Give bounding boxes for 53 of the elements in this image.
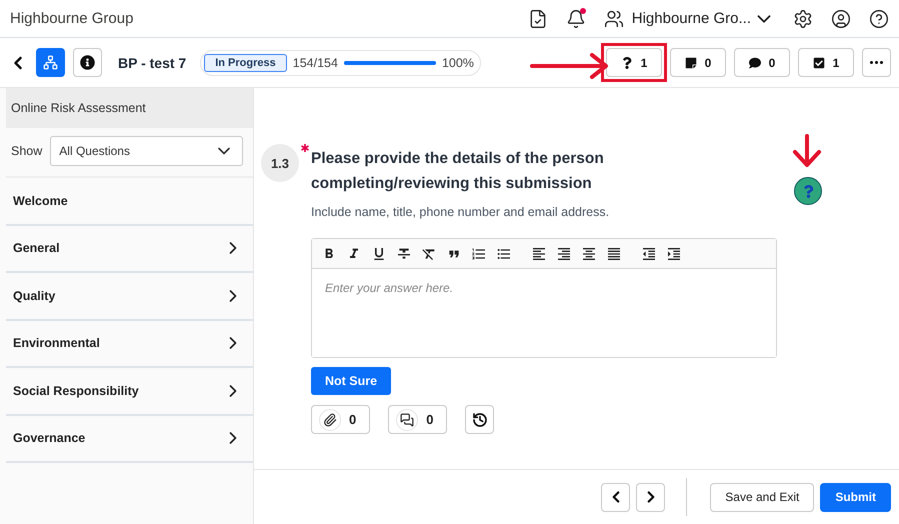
question-text: Please provide the details of the person completing/reviewing this submission [311,149,605,194]
help-counter-button[interactable]: 1 [606,48,662,77]
speech-bubbles-icon [396,408,418,430]
account-menu[interactable]: Highbourne Gro... [632,8,775,30]
next-button[interactable] [636,482,666,512]
more-button[interactable] [862,48,891,77]
sidebar-title: Online Risk Assessment [6,88,253,128]
settings-icon[interactable] [793,8,813,28]
attachments-button[interactable]: 0 [311,405,370,434]
status-badge: In Progress [204,54,287,72]
info-icon [80,55,95,70]
note-counter-button[interactable]: 0 [670,48,726,77]
question-number: 1.3 [261,144,299,182]
users-icon[interactable] [604,8,624,28]
document-title: BP - test 7 [118,54,186,70]
checkbox-icon [812,56,825,68]
indent-icon [666,246,682,262]
previous-button[interactable] [601,482,630,512]
bell-icon[interactable] [566,8,586,28]
history-icon [472,412,488,428]
question-icon [620,56,633,68]
help-icon[interactable] [794,177,822,205]
question-hint: Include name, title, phone number and email address. [311,205,610,219]
progress-count: 154/154 [292,56,338,70]
comment-counter-button[interactable]: 0 [734,48,790,77]
comment-icon [748,56,761,68]
task-counter-button[interactable]: 1 [798,48,854,77]
align-left-icon [531,246,547,262]
answer-editor[interactable]: Enter your answer here. [311,238,777,358]
numbered-list-icon [471,246,487,262]
history-button[interactable] [465,405,494,434]
hierarchy-icon [43,55,58,70]
app-title: Highbourne Group [10,10,134,27]
note-icon [684,56,697,68]
tree-button[interactable] [36,48,65,77]
not-sure-button[interactable]: Not Sure [311,367,392,395]
document-check-icon[interactable] [528,8,548,28]
justify-icon [606,246,622,262]
progress-percent: 100% [442,56,474,70]
save-button[interactable]: Save and Exit [710,482,814,512]
filter-label: Show [11,144,42,158]
outdent-icon [641,246,657,262]
paperclip-icon [319,408,341,430]
filter-select[interactable]: All Questions [50,136,243,166]
user-icon[interactable] [831,8,851,28]
help-icon[interactable] [869,8,889,28]
align-center-icon [581,246,597,262]
ellipsis-icon [870,61,883,64]
comments-button[interactable]: 0 [388,405,448,434]
strikethrough-icon [396,246,412,262]
align-right-icon [556,246,572,262]
info-button[interactable] [73,48,102,77]
submit-button[interactable]: Submit [820,482,891,512]
